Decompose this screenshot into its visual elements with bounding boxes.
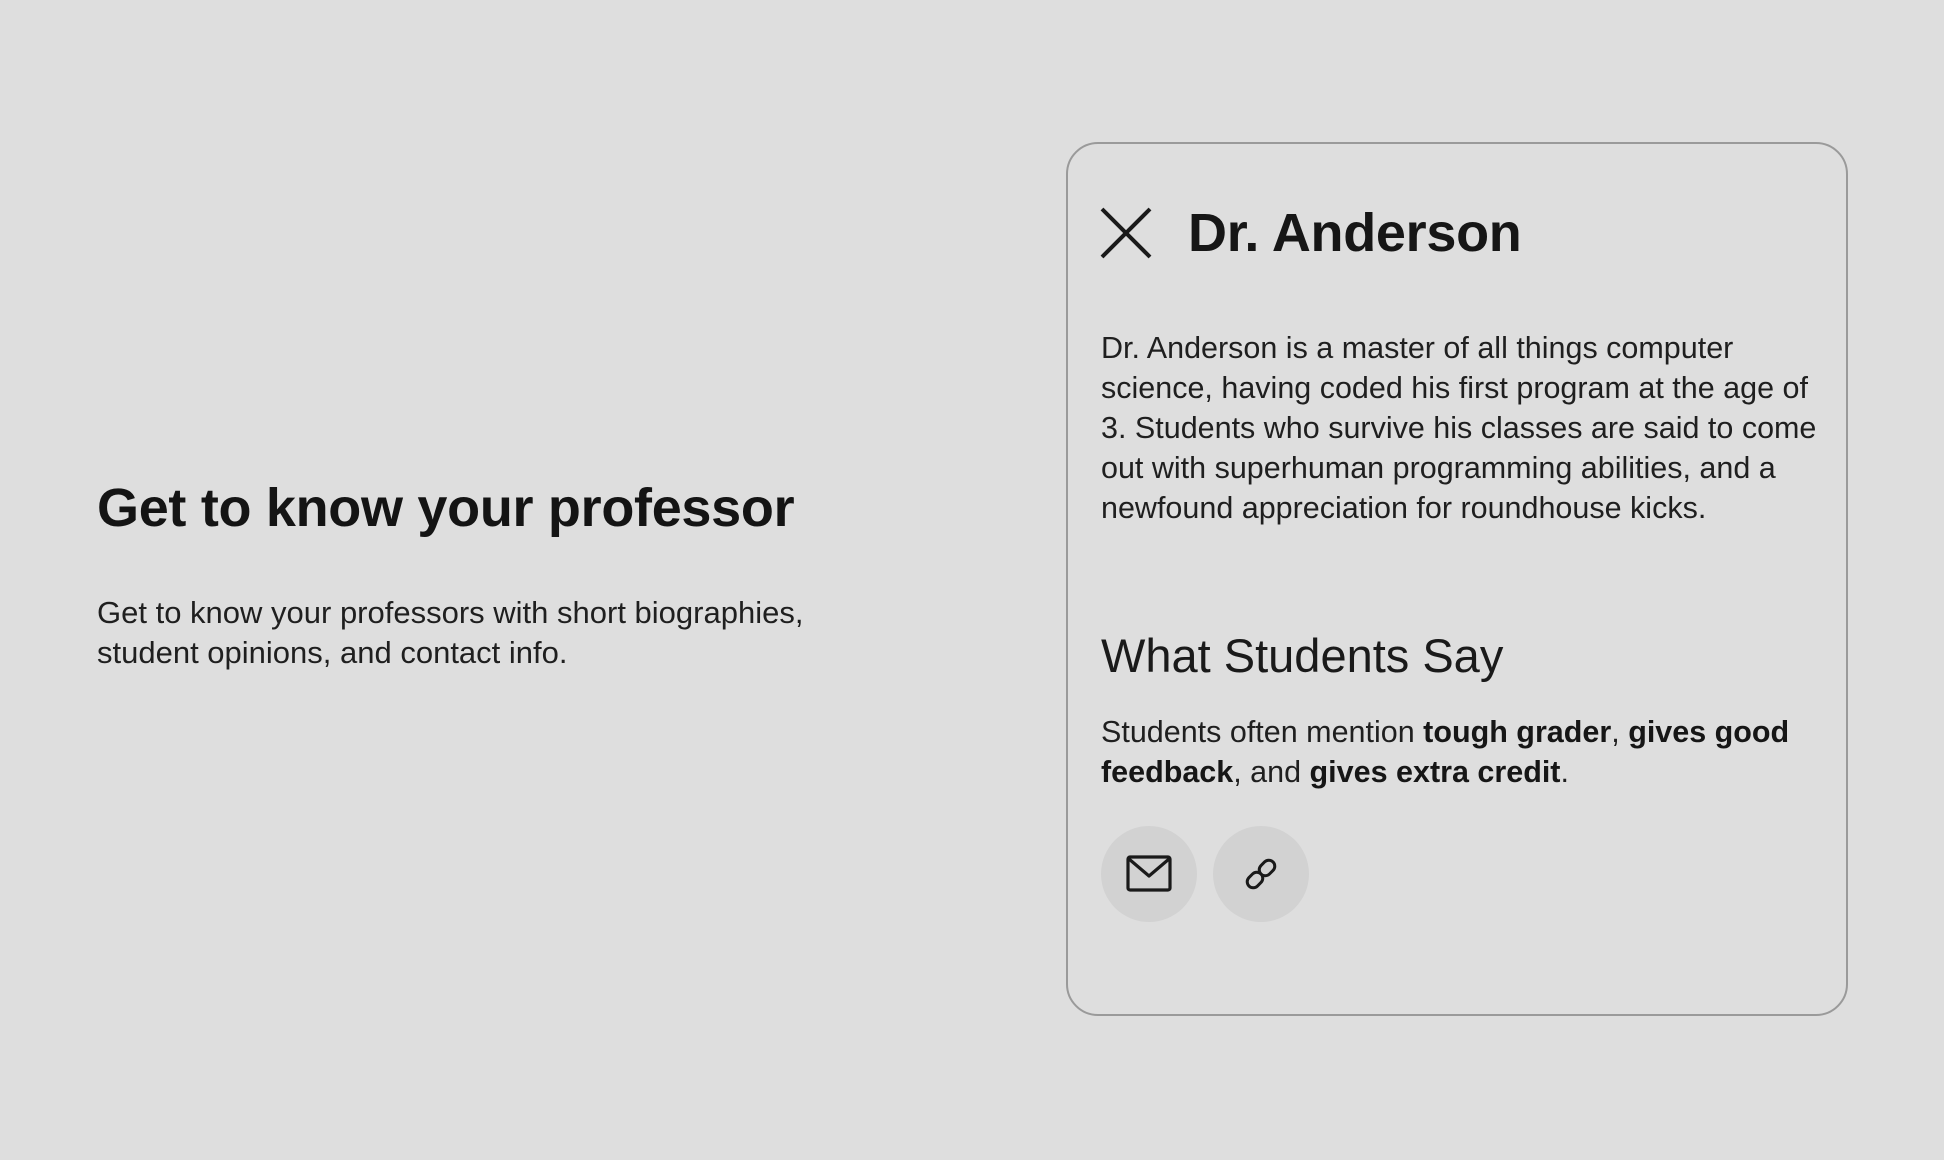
professor-bio: Dr. Anderson is a master of all things c… [1101,331,1817,525]
opinions-separator: , and [1233,755,1310,789]
page-description: Get to know your professors with short b… [97,594,804,670]
email-button[interactable] [1101,826,1197,922]
contact-actions [1101,826,1309,922]
website-link-button[interactable] [1213,826,1309,922]
page-title: Get to know your professor [97,478,795,538]
professor-card: Dr. Anderson Dr. Anderson is a master of… [1066,142,1848,1016]
student-opinions-heading: What Students Say [1101,629,1504,682]
opinion-tag: gives extra credit [1309,755,1561,789]
close-button[interactable] [1100,207,1152,259]
opinions-prefix: Students often mention [1101,715,1424,749]
close-icon [1100,207,1152,259]
opinion-tag: tough grader [1423,715,1612,749]
opinions-suffix: . [1560,755,1569,789]
mail-icon [1126,855,1172,892]
student-opinions-text: Students often mention tough grader, giv… [1101,712,1831,792]
professor-name: Dr. Anderson [1188,203,1522,263]
link-icon [1245,858,1277,890]
intro-section: Get to know your professor Get to know y… [97,476,897,673]
opinions-separator: , [1611,715,1629,749]
card-header: Dr. Anderson [1100,203,1522,263]
